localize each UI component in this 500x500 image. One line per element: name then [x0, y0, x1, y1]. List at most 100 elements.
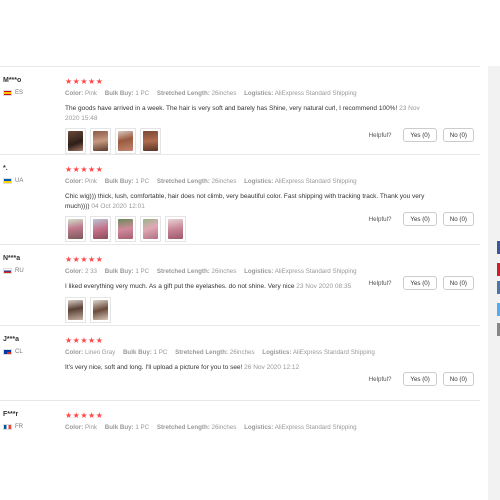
helpful-controls: Helpful? Yes (0) No (0): [369, 276, 474, 290]
attr-logistics-value: AliExpress Standard Shipping: [274, 424, 357, 431]
helpful-controls: Helpful? Yes (0) No (0): [369, 128, 474, 142]
reviewer-country: FR: [3, 424, 58, 430]
attr-color-value: 2 33: [84, 268, 97, 275]
helpful-no-button[interactable]: No (0): [442, 212, 474, 226]
star-rating: ★★★★★: [65, 336, 104, 345]
review-photo[interactable]: [65, 128, 86, 154]
attr-length-label: Stretched Length:: [156, 424, 210, 431]
review-body: ★★★★★ Color: Pink Bulk Buy: 1 PC Stretch…: [65, 164, 476, 242]
attr-bulk-value: 1 PC: [135, 424, 150, 431]
review-item: J***a CL ★★★★★ Color: Linen Gray Bulk Bu…: [0, 325, 480, 400]
review-photo[interactable]: [140, 216, 161, 242]
helpful-yes-button[interactable]: Yes (0): [403, 212, 437, 226]
attr-color-label: Color:: [65, 90, 84, 97]
review-photo[interactable]: [140, 128, 161, 154]
review-attributes: Color: Pink Bulk Buy: 1 PC Stretched Len…: [65, 178, 476, 185]
flag-ru-icon: [3, 268, 12, 274]
attr-bulk-label: Bulk Buy:: [104, 424, 134, 431]
attr-logistics-value: AliExpress Standard Shipping: [292, 349, 375, 356]
attr-bulk-label: Bulk Buy:: [104, 90, 134, 97]
flag-es-icon: [3, 90, 12, 96]
helpful-yes-button[interactable]: Yes (0): [403, 128, 437, 142]
helpful-yes-button[interactable]: Yes (0): [403, 276, 437, 290]
review-text: Chic wig))) thick, lush, comfortable, ha…: [65, 192, 430, 211]
review-body: ★★★★★ Color: Pink Bulk Buy: 1 PC Stretch…: [65, 76, 476, 154]
flag-ua-icon: [3, 178, 12, 184]
attr-logistics-label: Logistics:: [262, 349, 292, 356]
attr-logistics-value: AliExpress Standard Shipping: [274, 268, 357, 275]
review-item: N***a RU ★★★★★ Color: 2 33 Bulk Buy: 1 P…: [0, 244, 480, 325]
reviewer-info: J***a CL: [3, 336, 58, 355]
attr-color-label: Color:: [65, 424, 84, 431]
attr-color-value: Pink: [84, 90, 97, 97]
attr-bulk-value: 1 PC: [135, 90, 150, 97]
attr-color-value: Pink: [84, 424, 97, 431]
helpful-controls: Helpful? Yes (0) No (0): [369, 372, 474, 386]
attr-length-value: 26inches: [211, 424, 237, 431]
attr-bulk-value: 1 PC: [153, 349, 168, 356]
review-photo[interactable]: [90, 128, 111, 154]
country-code: FR: [15, 424, 23, 430]
attr-logistics-label: Logistics:: [244, 268, 274, 275]
helpful-label: Helpful?: [368, 215, 392, 223]
star-rating: ★★★★★: [65, 411, 104, 420]
attr-logistics-label: Logistics:: [244, 90, 274, 97]
review-content: The goods have arrived in a week. The ha…: [65, 105, 398, 112]
helpful-no-button[interactable]: No (0): [442, 372, 474, 386]
country-code: ES: [15, 90, 24, 96]
review-photo[interactable]: [90, 296, 111, 323]
review-attributes: Color: Pink Bulk Buy: 1 PC Stretched Len…: [65, 90, 476, 97]
attr-logistics-label: Logistics:: [244, 424, 274, 431]
reviewer-info: *. UA: [3, 165, 58, 184]
reviewer-country: CL: [3, 349, 58, 355]
attr-length-value: 26inches: [229, 349, 255, 356]
attr-color-label: Color:: [65, 349, 84, 356]
star-rating: ★★★★★: [65, 165, 104, 174]
flag-cl-icon: [3, 349, 12, 355]
reviewer-name: *.: [3, 165, 8, 172]
attr-length-label: Stretched Length:: [156, 90, 210, 97]
attr-bulk-label: Bulk Buy:: [104, 268, 134, 275]
review-photo[interactable]: [65, 296, 86, 323]
review-text: The goods have arrived in a week. The ha…: [65, 104, 430, 123]
attr-length-value: 26inches: [211, 268, 237, 275]
reviewer-name: J***a: [3, 336, 19, 343]
reviewer-info: F***r FR: [3, 411, 58, 430]
reviewer-info: N***a RU: [3, 255, 58, 274]
helpful-label: Helpful?: [368, 375, 392, 383]
review-photo[interactable]: [165, 216, 186, 242]
attr-logistics-label: Logistics:: [244, 178, 274, 185]
attr-bulk-value: 1 PC: [135, 178, 150, 185]
review-body: ★★★★★ Color: Linen Gray Bulk Buy: 1 PC S…: [65, 335, 476, 373]
reviewer-info: M***o ES: [3, 77, 58, 96]
reviewer-country: ES: [3, 90, 58, 96]
attr-color-value: Pink: [84, 178, 97, 185]
star-rating: ★★★★★: [65, 255, 104, 264]
attr-bulk-value: 1 PC: [135, 268, 150, 275]
review-date: 04 Oct 2020 12:01: [91, 202, 145, 210]
review-photo[interactable]: [65, 216, 86, 242]
country-code: CL: [15, 349, 23, 355]
attr-color-label: Color:: [65, 268, 84, 275]
reviewer-name: N***a: [3, 255, 21, 262]
reviewer-name: F***r: [3, 411, 19, 418]
helpful-yes-button[interactable]: Yes (0): [403, 372, 437, 386]
review-photo[interactable]: [90, 216, 111, 242]
review-item: M***o ES ★★★★★ Color: Pink Bulk Buy: 1 P…: [0, 66, 480, 154]
attr-color-label: Color:: [65, 178, 84, 185]
helpful-label: Helpful?: [368, 131, 392, 139]
helpful-controls: Helpful? Yes (0) No (0): [369, 212, 474, 226]
reviewer-country: RU: [3, 268, 58, 274]
attr-length-label: Stretched Length:: [156, 268, 210, 275]
attr-length-value: 26inches: [211, 90, 237, 97]
review-photo[interactable]: [115, 216, 136, 242]
review-content: I liked everything very much. As a gift …: [65, 283, 295, 290]
review-date: 23 Nov 2020 08:35: [296, 283, 352, 290]
helpful-no-button[interactable]: No (0): [442, 276, 474, 290]
helpful-label: Helpful?: [368, 279, 392, 287]
reviewer-country: UA: [3, 178, 58, 184]
feedback-list: M***o ES ★★★★★ Color: Pink Bulk Buy: 1 P…: [0, 66, 480, 440]
review-photo[interactable]: [115, 128, 136, 154]
review-attributes: Color: Linen Gray Bulk Buy: 1 PC Stretch…: [65, 349, 476, 356]
helpful-no-button[interactable]: No (0): [442, 128, 474, 142]
